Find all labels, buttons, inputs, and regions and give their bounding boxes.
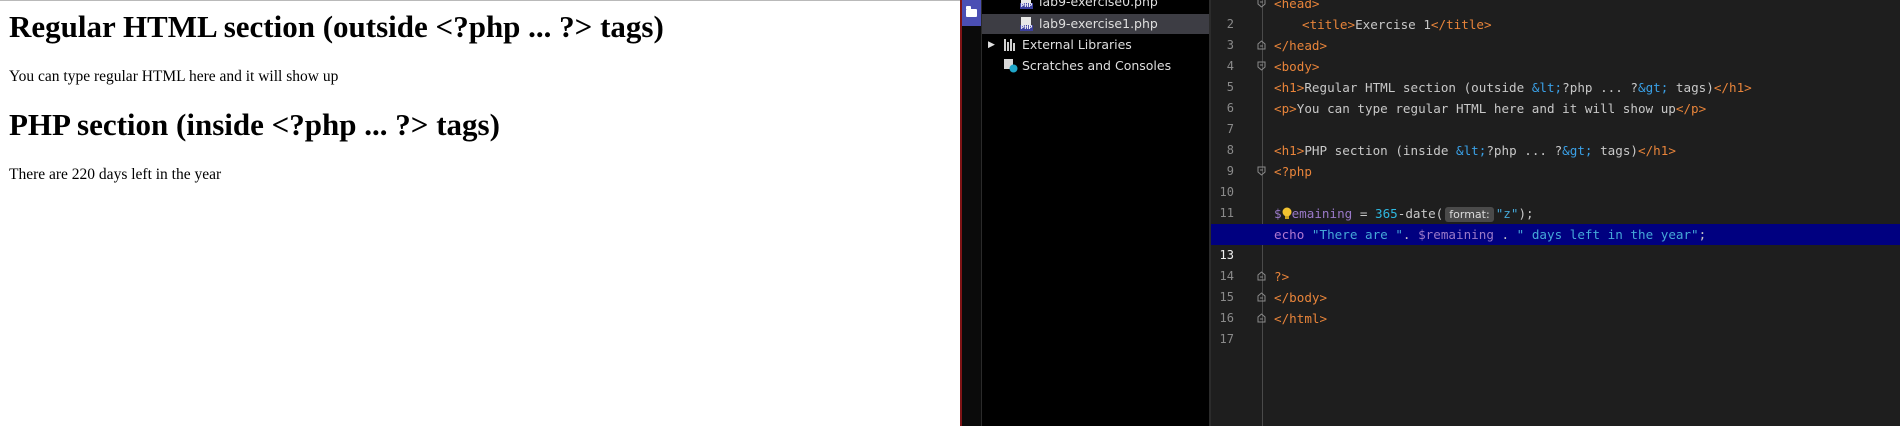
folder-icon (966, 6, 977, 17)
ide-window: PHP lab9-exercise0.php PHP lab9-exercise… (960, 0, 1900, 426)
paragraph-regular-html: You can type regular HTML here and it wi… (9, 68, 339, 85)
tree-item-file[interactable]: PHP lab9-exercise0.php (982, 0, 1209, 12)
code-line[interactable]: 9 <h1>PHP section (inside &lt;?php ... ?… (1211, 140, 1900, 178)
fold-icon[interactable] (1257, 313, 1266, 323)
browser-viewport: Regular HTML section (outside <?php ... … (0, 0, 960, 426)
code-line[interactable]: 8 (1211, 119, 1900, 157)
parameter-hint: format: (1445, 207, 1494, 222)
tree-item-external-libraries[interactable]: ▶ External Libraries (982, 35, 1209, 55)
paragraph-days-left: There are 220 days left in the year (9, 166, 222, 183)
libraries-icon (1004, 39, 1018, 51)
fold-icon[interactable] (1257, 61, 1266, 71)
code-editor[interactable]: 2 <head> 3 <title>Exercise 1</title> 4 <… (1211, 0, 1900, 426)
fold-icon[interactable] (1257, 292, 1266, 302)
tree-item-file-selected[interactable]: PHP lab9-exercise1.php (982, 14, 1209, 34)
code-line[interactable]: 6 <h1>Regular HTML section (outside &lt;… (1211, 77, 1900, 115)
code-line[interactable]: 11 (1211, 182, 1900, 220)
project-panel: PHP lab9-exercise0.php PHP lab9-exercise… (982, 0, 1209, 426)
code-line[interactable]: 5 <body> (1211, 56, 1900, 94)
page-heading-regular-html: Regular HTML section (outside <?php ... … (9, 9, 664, 44)
fold-icon[interactable] (1257, 0, 1266, 8)
code-line[interactable]: 2 <head> (1211, 0, 1900, 31)
code-line[interactable]: 4 </head> (1211, 35, 1900, 73)
code-line-current[interactable]: 13 echo "There are ". $remaining . " day… (1211, 224, 1900, 262)
code-line[interactable]: 12 $emaining = 365-date(format:"z"); (1211, 203, 1900, 241)
fold-icon[interactable] (1257, 40, 1266, 50)
code-line[interactable]: 3 <title>Exercise 1</title> (1211, 14, 1900, 52)
fold-icon[interactable] (1257, 166, 1266, 176)
fold-icon[interactable] (1257, 271, 1266, 281)
page-heading-php-section: PHP section (inside <?php ... ?> tags) (9, 107, 500, 142)
code-line[interactable]: 7 <p>You can type regular HTML here and … (1211, 98, 1900, 136)
expand-arrow-icon[interactable]: ▶ (988, 35, 995, 55)
code-line[interactable]: 16 </body> (1211, 287, 1900, 325)
php-file-icon: PHP (1020, 17, 1033, 31)
code-line[interactable]: 17 </html> (1211, 308, 1900, 346)
code-line[interactable]: 15 ?> (1211, 266, 1900, 304)
tool-window-strip (962, 0, 982, 426)
php-file-icon: PHP (1020, 0, 1033, 9)
code-line[interactable]: 10 <?php (1211, 161, 1900, 199)
scratches-icon (1004, 59, 1018, 73)
project-tool-button[interactable] (962, 0, 981, 26)
code-line[interactable]: 14 (1211, 245, 1900, 283)
tree-item-scratches[interactable]: Scratches and Consoles (982, 56, 1209, 76)
